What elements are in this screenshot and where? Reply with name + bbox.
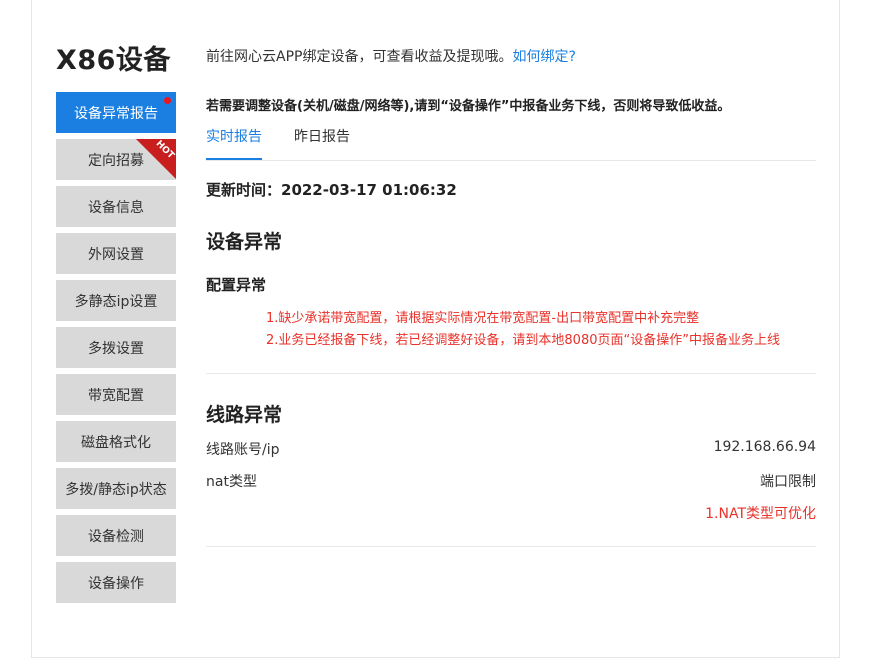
section-title-line-abnormal: 线路异常 [206, 404, 283, 426]
config-error-2: 2.业务已经报备下线，若已经调整好设备，请到本地8080页面“设备操作”中报备业… [266, 333, 780, 348]
sidebar-item-disk-format[interactable]: 磁盘格式化 [56, 421, 176, 462]
section-title-device-abnormal: 设备异常 [206, 231, 283, 253]
notification-dot [164, 97, 171, 104]
tab-yesterday-report[interactable]: 昨日报告 [294, 126, 350, 158]
divider [206, 546, 816, 547]
sidebar-item-label: 设备异常报告 [74, 105, 158, 122]
sidebar-item-label: 磁盘格式化 [81, 434, 151, 451]
sidebar-item-wan-settings[interactable]: 外网设置 [56, 233, 176, 274]
sidebar-item-label: 带宽配置 [88, 387, 144, 404]
sidebar-item-multi-static-ip[interactable]: 多静态ip设置 [56, 280, 176, 321]
line-account-value: 192.168.66.94 [713, 439, 816, 455]
update-time: 更新时间：2022-03-17 01:06:32 [206, 181, 457, 199]
line-account-label: 线路账号/ip [206, 442, 280, 458]
nat-type-value: 端口限制 [760, 474, 816, 490]
how-to-bind-link[interactable]: 如何绑定? [512, 49, 575, 65]
config-error-1: 1.缺少承诺带宽配置，请根据实际情况在带宽配置-出口带宽配置中补充完整 [266, 311, 700, 326]
sidebar-item-label: 多拨设置 [88, 340, 144, 357]
nat-type-label: nat类型 [206, 474, 257, 490]
report-tabs: 实时报告 昨日报告 [206, 126, 816, 161]
sidebar-item-label: 设备操作 [88, 575, 144, 592]
nat-error: 1.NAT类型可优化 [705, 506, 816, 522]
sidebar-item-label: 多拨/静态ip状态 [65, 481, 167, 498]
intro-line: 前往网心云APP绑定设备，可查看收益及提现哦。如何绑定? [206, 46, 576, 66]
divider [206, 373, 816, 374]
sidebar-item-label: 多静态ip设置 [74, 293, 158, 310]
sidebar-item-multi-dial[interactable]: 多拨设置 [56, 327, 176, 368]
sidebar-item-device-operation[interactable]: 设备操作 [56, 562, 176, 603]
sidebar-item-label: 外网设置 [88, 246, 144, 263]
sidebar-item-device-info[interactable]: 设备信息 [56, 186, 176, 227]
sidebar-item-targeted-recruit[interactable]: 定向招募 HOT [56, 139, 176, 180]
subsection-title-config-abnormal: 配置异常 [206, 276, 267, 294]
sidebar-item-label: 设备检测 [88, 528, 144, 545]
tab-realtime-report[interactable]: 实时报告 [206, 126, 262, 160]
warning-text: 若需要调整设备(关机/磁盘/网络等),请到“设备操作”中报备业务下线，否则将导致… [206, 99, 731, 114]
sidebar-item-dial-static-status[interactable]: 多拨/静态ip状态 [56, 468, 176, 509]
page-title: X86设备 [56, 45, 171, 76]
sidebar: 设备异常报告 定向招募 HOT 设备信息 外网设置 多静态ip设置 多拨设置 带… [56, 92, 176, 609]
sidebar-item-device-abnormal-report[interactable]: 设备异常报告 [56, 92, 176, 133]
sidebar-item-label: 设备信息 [88, 199, 144, 216]
intro-text: 前往网心云APP绑定设备，可查看收益及提现哦。 [206, 49, 513, 65]
sidebar-item-bandwidth[interactable]: 带宽配置 [56, 374, 176, 415]
sidebar-item-device-check[interactable]: 设备检测 [56, 515, 176, 556]
